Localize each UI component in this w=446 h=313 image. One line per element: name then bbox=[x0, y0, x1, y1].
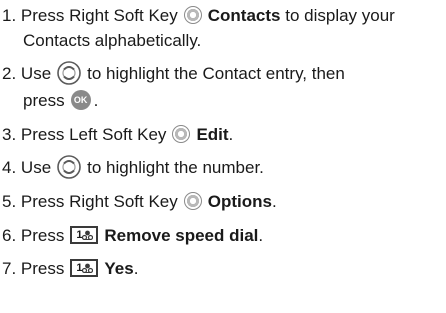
navigation-key-icon bbox=[57, 154, 81, 179]
step-7: 7. Press 1 Yes. bbox=[2, 256, 138, 281]
step-1-continuation: Contacts alphabetically. bbox=[23, 28, 201, 53]
step-bold-text: Remove speed dial bbox=[104, 226, 259, 245]
soft-key-circle-icon bbox=[172, 124, 191, 143]
step-4: 4. Use to highlight the number. bbox=[2, 154, 264, 181]
step-number: 7. bbox=[2, 259, 17, 278]
number-key-1-voicemail-icon: 1 bbox=[70, 225, 99, 244]
step-number: 1. bbox=[2, 6, 17, 25]
step-text: Use bbox=[20, 64, 52, 83]
step-text: . bbox=[93, 91, 99, 110]
step-text: . bbox=[271, 192, 277, 211]
soft-key-circle-icon bbox=[183, 191, 202, 210]
step-number: 3. bbox=[2, 125, 17, 144]
step-bold-text: Edit bbox=[196, 125, 229, 144]
step-text: . bbox=[228, 125, 234, 144]
number-key-1-voicemail-icon: 1 bbox=[70, 258, 99, 277]
step-text: to highlight the number. bbox=[87, 158, 264, 177]
ok-key-icon: OK bbox=[70, 89, 91, 110]
step-text: Use bbox=[20, 158, 52, 177]
step-text: to display your bbox=[285, 6, 395, 25]
soft-key-circle-icon bbox=[183, 5, 202, 24]
step-bold-text: Options bbox=[207, 192, 272, 211]
step-number: 5. bbox=[2, 192, 17, 211]
step-bold-text: Yes bbox=[104, 259, 134, 278]
step-5: 5. Press Right Soft Key Options. bbox=[2, 189, 277, 214]
step-text: Press Right Soft Key bbox=[20, 6, 178, 25]
step-text: press bbox=[23, 91, 65, 110]
navigation-key-icon bbox=[57, 60, 81, 85]
step-text: . bbox=[258, 226, 264, 245]
step-number: 6. bbox=[2, 226, 17, 245]
step-number: 2. bbox=[2, 64, 17, 83]
step-text: . bbox=[133, 259, 139, 278]
step-bold-text: Contacts bbox=[207, 6, 281, 25]
step-3: 3. Press Left Soft Key Edit. bbox=[2, 122, 233, 147]
step-number: 4. bbox=[2, 158, 17, 177]
step-1: 1. Press Right Soft Key Contacts to displ… bbox=[2, 3, 395, 28]
step-text: Press bbox=[20, 226, 65, 245]
step-2-continuation: press OK. bbox=[23, 88, 98, 113]
step-2: 2. Use to highlight the Contact entry, t… bbox=[2, 60, 345, 87]
step-text: Press bbox=[20, 259, 65, 278]
step-text: to highlight the Contact entry, then bbox=[87, 64, 345, 83]
step-text: Press Left Soft Key bbox=[20, 125, 167, 144]
step-text: Press Right Soft Key bbox=[20, 192, 178, 211]
step-text: Contacts alphabetically. bbox=[23, 31, 202, 50]
step-6: 6. Press 1 Remove speed dial. bbox=[2, 223, 263, 248]
